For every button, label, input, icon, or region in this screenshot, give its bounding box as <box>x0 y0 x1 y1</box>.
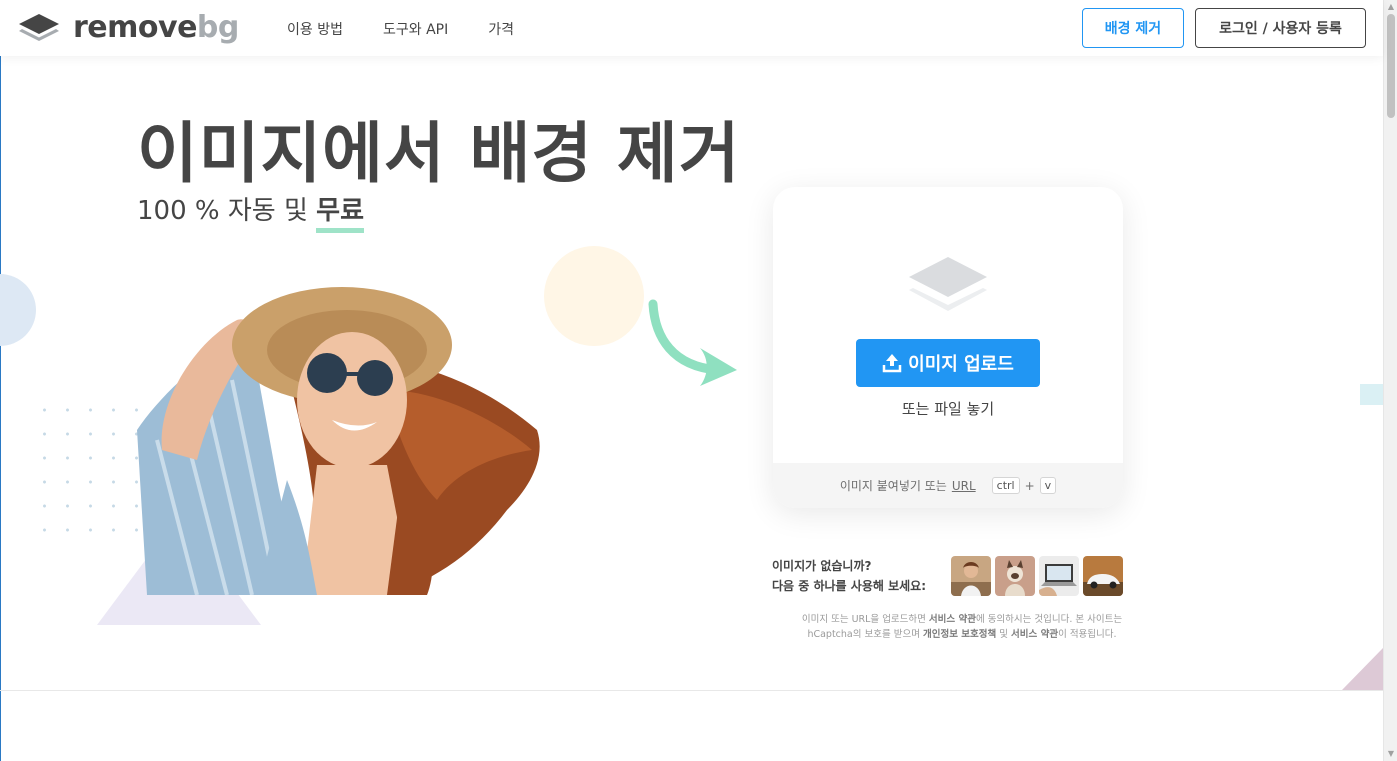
terms-of-service-link-2[interactable]: 서비스 약관 <box>1011 629 1058 640</box>
nav-pricing[interactable]: 가격 <box>488 19 514 39</box>
hero-photo-woman <box>137 287 540 595</box>
nav-tools-api[interactable]: 도구와 API <box>383 19 448 39</box>
terms-of-service-link-1[interactable]: 서비스 약관 <box>929 614 976 625</box>
remove-background-button[interactable]: 배경 제거 <box>1082 8 1184 48</box>
section-divider <box>0 690 1383 691</box>
sample-thumb-cat[interactable] <box>995 556 1035 596</box>
curved-arrow-icon <box>648 299 737 386</box>
logo-stack-icon <box>19 14 59 41</box>
sample-images-prompt: 이미지가 없습니까? 다음 중 하나를 사용해 보세요: <box>772 556 926 596</box>
hero-subtitle: 100 % 자동 및 무료 <box>137 190 364 233</box>
drop-file-text: 또는 파일 놓기 <box>901 400 995 418</box>
terms-text-5: 이 적용됩니다. <box>1058 629 1117 640</box>
hero-subtitle-prefix: 100 % 자동 및 <box>137 196 308 226</box>
upload-button-label: 이미지 업로드 <box>908 354 1014 375</box>
sample-thumb-car[interactable] <box>1083 556 1123 596</box>
key-plus: + <box>1024 478 1035 493</box>
terms-text-1: 이미지 또는 URL을 업로드하면 <box>801 614 926 625</box>
nav-how-to-use[interactable]: 이용 방법 <box>287 19 343 39</box>
paste-hint: 이미지 붙여넣기 또는 URL ctrl + v <box>773 463 1123 508</box>
privacy-policy-link[interactable]: 개인정보 보호정책 <box>923 629 996 640</box>
main-nav: 이용 방법 도구와 API 가격 <box>287 19 514 39</box>
scroll-thumb[interactable] <box>1387 14 1395 118</box>
login-signup-button[interactable]: 로그인 / 사용자 등록 <box>1195 8 1366 48</box>
sample-thumb-laptop[interactable] <box>1039 556 1079 596</box>
page-scrollbar[interactable]: ▲ ▼ <box>1383 0 1397 761</box>
decorative-square <box>1360 384 1383 405</box>
url-link[interactable]: URL <box>952 479 976 493</box>
logo[interactable]: removebg <box>17 12 239 44</box>
upload-image-button[interactable]: 이미지 업로드 <box>856 339 1040 387</box>
window-edge <box>0 0 1 761</box>
scroll-up-icon[interactable]: ▲ <box>1386 2 1396 12</box>
terms-text-2: 에 동의하시는 것입니다. 본 사이트는 <box>975 614 1123 625</box>
sample-prompt-line2: 다음 중 하나를 사용해 보세요: <box>772 579 926 593</box>
sample-thumb-woman[interactable] <box>951 556 991 596</box>
hero-title: 이미지에서 배경 제거 <box>137 115 741 192</box>
paste-text: 이미지 붙여넣기 또는 <box>839 479 947 493</box>
terms-text-3: hCaptcha의 보호를 받으며 <box>807 629 920 640</box>
upload-card[interactable]: 이미지 업로드 또는 파일 놓기 이미지 붙여넣기 또는 URL ctrl + … <box>773 187 1123 508</box>
key-ctrl: ctrl <box>991 477 1020 494</box>
sample-thumbnails <box>951 556 1123 596</box>
key-v: v <box>1039 477 1057 494</box>
scroll-down-icon[interactable]: ▼ <box>1386 749 1396 759</box>
terms-notice: 이미지 또는 URL을 업로드하면 서비스 약관에 동의하시는 것입니다. 본 … <box>776 612 1148 642</box>
sample-prompt-line1: 이미지가 없습니까? <box>772 559 872 573</box>
hero-subtitle-highlight: 무료 <box>316 196 364 233</box>
logo-wordmark: removebg <box>73 10 239 45</box>
layers-icon <box>909 257 987 311</box>
decorative-circle-left <box>0 274 36 346</box>
decorative-corner-triangle <box>1342 648 1383 690</box>
upload-icon <box>882 354 902 373</box>
terms-text-4: 및 <box>999 629 1009 640</box>
top-navbar: removebg 이용 방법 도구와 API 가격 배경 제거 로그인 / 사용… <box>0 0 1383 56</box>
decorative-circle <box>544 246 644 346</box>
